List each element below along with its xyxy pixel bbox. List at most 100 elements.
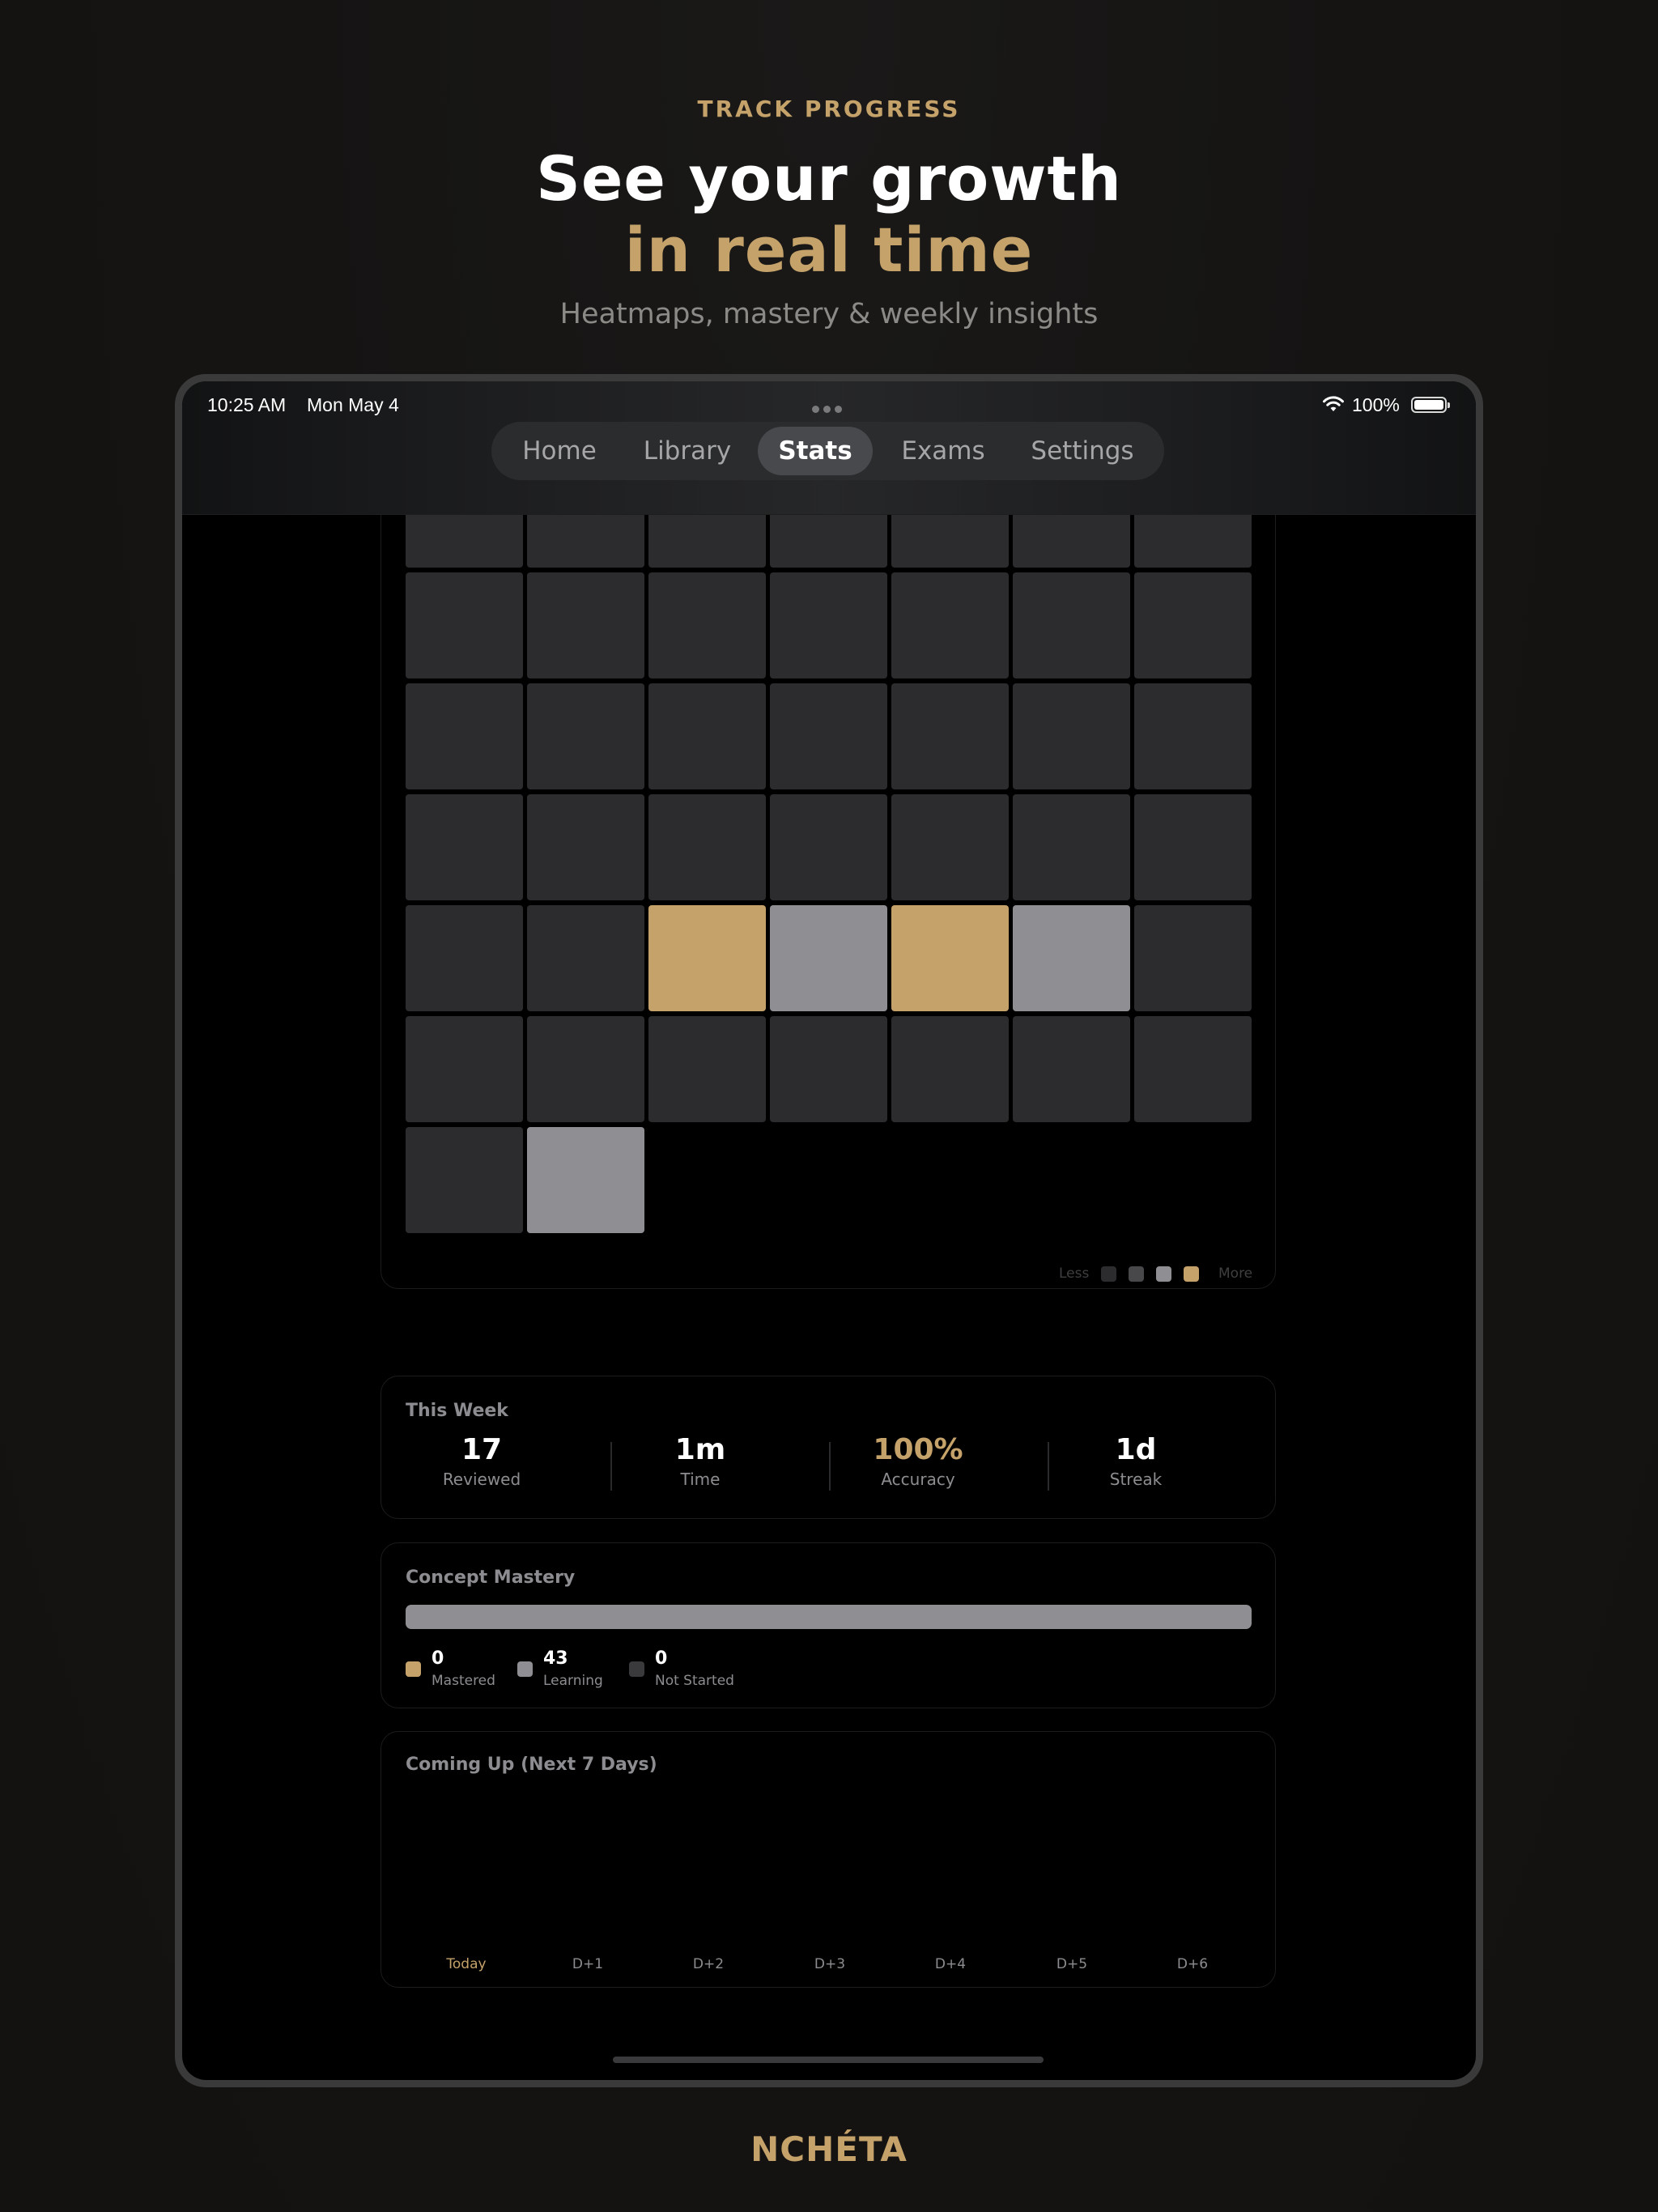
this-week-title: This Week [406, 1401, 508, 1421]
legend-swatch-low [1129, 1266, 1144, 1282]
mastered-swatch [406, 1661, 421, 1677]
heatmap-cell [648, 794, 766, 900]
legend-swatch-high [1184, 1266, 1199, 1282]
tab-bar: Home Library Stats Exams Settings [491, 422, 1164, 480]
learning-count: 43 [543, 1648, 568, 1669]
battery-icon [1411, 397, 1450, 413]
hero-subtitle: Heatmaps, mastery & weekly insights [559, 298, 1099, 330]
stat-reviewed: 17 Reviewed [372, 1433, 591, 1489]
battery-percent: 100% [1352, 394, 1400, 415]
heatmap-cell [527, 683, 644, 789]
brand-wordmark: NCHÉTA [750, 2129, 908, 2169]
legend-more-label: More [1218, 1266, 1253, 1282]
stat-accuracy-value: 100% [873, 1433, 963, 1466]
learning-swatch [517, 1661, 533, 1677]
day-label: D+4 [934, 1956, 967, 1972]
wifi-icon [1323, 396, 1344, 411]
tab-library[interactable]: Library [629, 427, 746, 475]
heatmap-cell [770, 572, 887, 678]
heatmap-cell [1134, 794, 1252, 900]
not-started-swatch [629, 1661, 644, 1677]
heatmap-cell [406, 794, 523, 900]
day-label: D+2 [692, 1956, 725, 1972]
stat-streak-label: Streak [1109, 1470, 1163, 1489]
tablet-frame: 10:25 AM Mon May 4 100% Home Library Sta… [175, 374, 1483, 2087]
heatmap-cell [406, 1016, 523, 1122]
stat-streak-value: 1d [1115, 1433, 1157, 1466]
heatmap-cell [770, 683, 887, 789]
day-label: D+6 [1176, 1956, 1209, 1972]
heatmap-cell [648, 572, 766, 678]
status-time: 10:25 AM [207, 394, 287, 415]
day-label: D+3 [814, 1956, 846, 1972]
heatmap-cell [406, 905, 523, 1011]
hero-eyebrow: TRACK PROGRESS [697, 96, 961, 122]
home-indicator[interactable] [613, 2057, 1044, 2063]
concept-mastery-card: Concept Mastery 0 Mastered 43 Learning 0… [380, 1542, 1276, 1708]
not-started-count: 0 [655, 1648, 668, 1669]
heatmap-cell [527, 905, 644, 1011]
heatmap-cell [1134, 683, 1252, 789]
app-screen: 10:25 AM Mon May 4 100% Home Library Sta… [182, 381, 1476, 2080]
stat-accuracy: 100% Accuracy [809, 1433, 1027, 1489]
stat-time-value: 1m [674, 1433, 726, 1466]
heatmap-cell [891, 572, 1009, 678]
top-bar: 10:25 AM Mon May 4 100% Home Library Sta… [182, 381, 1476, 515]
heatmap-cell [527, 794, 644, 900]
heatmap-cell [406, 1127, 523, 1233]
stat-reviewed-value: 17 [461, 1433, 503, 1466]
heatmap-cell [891, 683, 1009, 789]
heatmap-cell [1134, 905, 1252, 1011]
day-label: D+5 [1056, 1956, 1088, 1972]
hero-headline-line1: See your growth [536, 143, 1122, 215]
heatmap-cell [891, 905, 1009, 1011]
heatmap-cell [406, 683, 523, 789]
heatmap-cell [1134, 572, 1252, 678]
heatmap-cell [1134, 1016, 1252, 1122]
day-label-today: Today [446, 1956, 487, 1972]
heatmap-cell [891, 794, 1009, 900]
heatmap-cell [406, 572, 523, 678]
stat-streak: 1d Streak [1027, 1433, 1245, 1489]
concept-mastery-title: Concept Mastery [406, 1568, 576, 1588]
tab-stats[interactable]: Stats [758, 427, 873, 475]
tab-home[interactable]: Home [507, 427, 612, 475]
learning-label: Learning [543, 1673, 603, 1689]
hero-headline-line2: in real time [624, 214, 1034, 286]
heatmap-cell [1013, 794, 1130, 900]
mastery-progress-bar [406, 1605, 1252, 1629]
tab-exams[interactable]: Exams [886, 427, 1000, 475]
heatmap-cell [1013, 1016, 1130, 1122]
mastered-count: 0 [432, 1648, 444, 1669]
heatmap-cell [770, 1016, 887, 1122]
not-started-label: Not Started [655, 1673, 734, 1689]
legend-swatch-none [1101, 1266, 1116, 1282]
heatmap-cell [1013, 683, 1130, 789]
stat-time: 1m Time [591, 1433, 810, 1489]
heatmap-cell [891, 1016, 1009, 1122]
mastered-label: Mastered [432, 1673, 495, 1689]
heatmap-cell [648, 683, 766, 789]
coming-up-title: Coming Up (Next 7 Days) [406, 1755, 657, 1775]
coming-up-card: Coming Up (Next 7 Days) Today D+1 D+2 D+… [380, 1731, 1276, 1988]
heatmap-cell [527, 1127, 644, 1233]
legend-swatch-mid [1156, 1266, 1171, 1282]
legend-less-label: Less [1059, 1266, 1090, 1282]
stat-reviewed-label: Reviewed [442, 1470, 521, 1489]
heatmap-cell [527, 1016, 644, 1122]
stat-time-label: Time [680, 1470, 721, 1489]
multitasking-dots-icon[interactable] [812, 401, 848, 413]
day-label: D+1 [572, 1956, 604, 1972]
heatmap-cell [648, 905, 766, 1011]
status-date: Mon May 4 [307, 394, 399, 415]
heatmap-cell [527, 572, 644, 678]
heatmap-cell [770, 905, 887, 1011]
heatmap-cell [648, 1016, 766, 1122]
heatmap-cell [770, 794, 887, 900]
heatmap-cell [1013, 905, 1130, 1011]
tab-settings[interactable]: Settings [1014, 427, 1151, 475]
this-week-card: This Week 17 Reviewed 1m Time 100% Accur… [380, 1376, 1276, 1519]
activity-heatmap-card: Less More [380, 381, 1276, 1289]
heatmap-cell [1013, 572, 1130, 678]
stat-accuracy-label: Accuracy [881, 1470, 955, 1489]
